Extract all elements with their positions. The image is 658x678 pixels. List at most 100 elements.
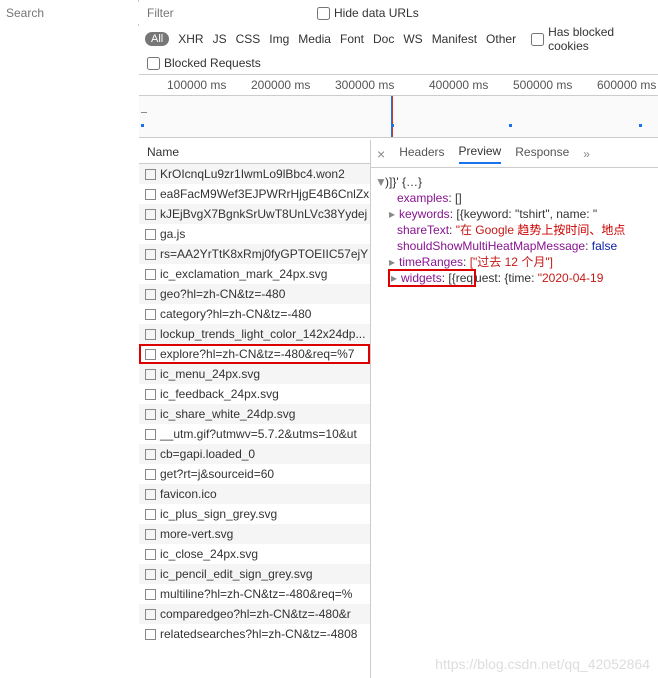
request-name: relatedsearches?hl=zh-CN&tz=-4808 xyxy=(160,627,357,641)
filter-doc[interactable]: Doc xyxy=(373,32,394,46)
request-name: favicon.ico xyxy=(160,487,217,501)
request-checkbox[interactable] xyxy=(145,569,156,580)
request-checkbox[interactable] xyxy=(145,609,156,620)
request-checkbox[interactable] xyxy=(145,289,156,300)
request-row[interactable]: rs=AA2YrTtK8xRmj0fyGPTOEIIC57ejY xyxy=(139,244,370,264)
request-name: ea8FacM9Wef3EJPWRrHjgE4B6CnlZx xyxy=(160,187,369,201)
request-name: multiline?hl=zh-CN&tz=-480&req=% xyxy=(160,587,352,601)
request-checkbox[interactable] xyxy=(145,509,156,520)
request-name: ic_close_24px.svg xyxy=(160,547,258,561)
request-checkbox[interactable] xyxy=(145,529,156,540)
blocked-requests-checkbox[interactable]: Blocked Requests xyxy=(147,56,261,70)
request-row[interactable]: ic_plus_sign_grey.svg xyxy=(139,504,370,524)
request-row[interactable]: more-vert.svg xyxy=(139,524,370,544)
preview-json[interactable]: ▼)]}' {…} examples: [] ▸keywords: [{keyw… xyxy=(371,168,658,678)
waterfall-overview[interactable] xyxy=(139,96,658,138)
request-name: explore?hl=zh-CN&tz=-480&req=%7 xyxy=(160,347,354,361)
filter-css[interactable]: CSS xyxy=(236,32,261,46)
filter-media[interactable]: Media xyxy=(298,32,331,46)
request-checkbox[interactable] xyxy=(145,269,156,280)
filter-all[interactable]: All xyxy=(145,32,169,46)
request-name: more-vert.svg xyxy=(160,527,233,541)
request-row[interactable]: __utm.gif?utmwv=5.7.2&utms=10&ut xyxy=(139,424,370,444)
request-checkbox[interactable] xyxy=(145,209,156,220)
request-checkbox[interactable] xyxy=(145,249,156,260)
request-name: ic_menu_24px.svg xyxy=(160,367,260,381)
request-name: geo?hl=zh-CN&tz=-480 xyxy=(160,287,285,301)
request-row[interactable]: lockup_trends_light_color_142x24dp... xyxy=(139,324,370,344)
request-row[interactable]: comparedgeo?hl=zh-CN&tz=-480&r xyxy=(139,604,370,624)
name-column-header[interactable]: Name xyxy=(139,140,370,164)
request-name: category?hl=zh-CN&tz=-480 xyxy=(160,307,311,321)
request-name: ic_feedback_24px.svg xyxy=(160,387,279,401)
request-name: KrOIcnqLu9zr1IwmLo9lBbc4.won2 xyxy=(160,167,345,181)
request-checkbox[interactable] xyxy=(145,469,156,480)
hide-data-urls-label: Hide data URLs xyxy=(334,6,419,20)
request-name: rs=AA2YrTtK8xRmj0fyGPTOEIIC57ejY xyxy=(160,247,368,261)
request-row[interactable]: ic_share_white_24dp.svg xyxy=(139,404,370,424)
timeline-ruler[interactable]: 100000 ms 200000 ms 300000 ms 400000 ms … xyxy=(139,74,658,96)
more-tabs-icon[interactable]: » xyxy=(583,147,590,161)
request-checkbox[interactable] xyxy=(145,489,156,500)
request-name: __utm.gif?utmwv=5.7.2&utms=10&ut xyxy=(160,427,357,441)
request-row[interactable]: ic_pencil_edit_sign_grey.svg xyxy=(139,564,370,584)
request-row[interactable]: multiline?hl=zh-CN&tz=-480&req=% xyxy=(139,584,370,604)
request-row[interactable]: geo?hl=zh-CN&tz=-480 xyxy=(139,284,370,304)
request-name: get?rt=j&sourceid=60 xyxy=(160,467,274,481)
request-name: cb=gapi.loaded_0 xyxy=(160,447,255,461)
request-checkbox[interactable] xyxy=(145,549,156,560)
request-row[interactable]: ea8FacM9Wef3EJPWRrHjgE4B6CnlZx xyxy=(139,184,370,204)
request-row[interactable]: KrOIcnqLu9zr1IwmLo9lBbc4.won2 xyxy=(139,164,370,184)
request-checkbox[interactable] xyxy=(145,449,156,460)
request-row[interactable]: ic_exclamation_mark_24px.svg xyxy=(139,264,370,284)
request-name: kJEjBvgX7BgnkSrUwT8UnLVc38Yydej xyxy=(160,207,367,221)
request-checkbox[interactable] xyxy=(145,409,156,420)
request-row[interactable]: category?hl=zh-CN&tz=-480 xyxy=(139,304,370,324)
has-blocked-cookies-checkbox[interactable]: Has blocked cookies xyxy=(531,25,658,53)
request-row[interactable]: kJEjBvgX7BgnkSrUwT8UnLVc38Yydej xyxy=(139,204,370,224)
request-checkbox[interactable] xyxy=(145,229,156,240)
filter-manifest[interactable]: Manifest xyxy=(432,32,477,46)
filter-js[interactable]: JS xyxy=(213,32,227,46)
blocked-requests-label: Blocked Requests xyxy=(164,56,261,70)
request-name: ga.js xyxy=(160,227,185,241)
request-row[interactable]: explore?hl=zh-CN&tz=-480&req=%7 xyxy=(139,344,370,364)
request-row[interactable]: ic_menu_24px.svg xyxy=(139,364,370,384)
has-blocked-cookies-label: Has blocked cookies xyxy=(548,25,658,53)
request-name: lockup_trends_light_color_142x24dp... xyxy=(160,327,365,341)
tab-preview[interactable]: Preview xyxy=(459,144,502,164)
request-name: ic_share_white_24dp.svg xyxy=(160,407,295,421)
request-row[interactable]: ic_close_24px.svg xyxy=(139,544,370,564)
request-checkbox[interactable] xyxy=(145,629,156,640)
filter-ws[interactable]: WS xyxy=(403,32,422,46)
request-checkbox[interactable] xyxy=(145,389,156,400)
close-icon[interactable]: × xyxy=(377,146,385,162)
request-checkbox[interactable] xyxy=(145,329,156,340)
request-list: KrOIcnqLu9zr1IwmLo9lBbc4.won2 ea8FacM9Wef… xyxy=(139,164,370,678)
request-checkbox[interactable] xyxy=(145,429,156,440)
request-row[interactable]: ga.js xyxy=(139,224,370,244)
request-checkbox[interactable] xyxy=(145,369,156,380)
request-name: ic_exclamation_mark_24px.svg xyxy=(160,267,327,281)
request-checkbox[interactable] xyxy=(145,309,156,320)
filter-input[interactable] xyxy=(145,2,315,24)
request-checkbox[interactable] xyxy=(145,589,156,600)
tab-response[interactable]: Response xyxy=(515,145,569,163)
filter-other[interactable]: Other xyxy=(486,32,516,46)
request-name: comparedgeo?hl=zh-CN&tz=-480&r xyxy=(160,607,351,621)
request-row[interactable]: cb=gapi.loaded_0 xyxy=(139,444,370,464)
filter-img[interactable]: Img xyxy=(269,32,289,46)
request-checkbox[interactable] xyxy=(145,349,156,360)
hide-data-urls-checkbox[interactable]: Hide data URLs xyxy=(317,6,419,20)
request-checkbox[interactable] xyxy=(145,169,156,180)
filter-font[interactable]: Font xyxy=(340,32,364,46)
filter-xhr[interactable]: XHR xyxy=(178,32,203,46)
request-row[interactable]: get?rt=j&sourceid=60 xyxy=(139,464,370,484)
request-row[interactable]: relatedsearches?hl=zh-CN&tz=-4808 xyxy=(139,624,370,644)
request-name: ic_pencil_edit_sign_grey.svg xyxy=(160,567,313,581)
request-name: ic_plus_sign_grey.svg xyxy=(160,507,277,521)
request-row[interactable]: ic_feedback_24px.svg xyxy=(139,384,370,404)
request-row[interactable]: favicon.ico xyxy=(139,484,370,504)
tab-headers[interactable]: Headers xyxy=(399,145,444,163)
request-checkbox[interactable] xyxy=(145,189,156,200)
